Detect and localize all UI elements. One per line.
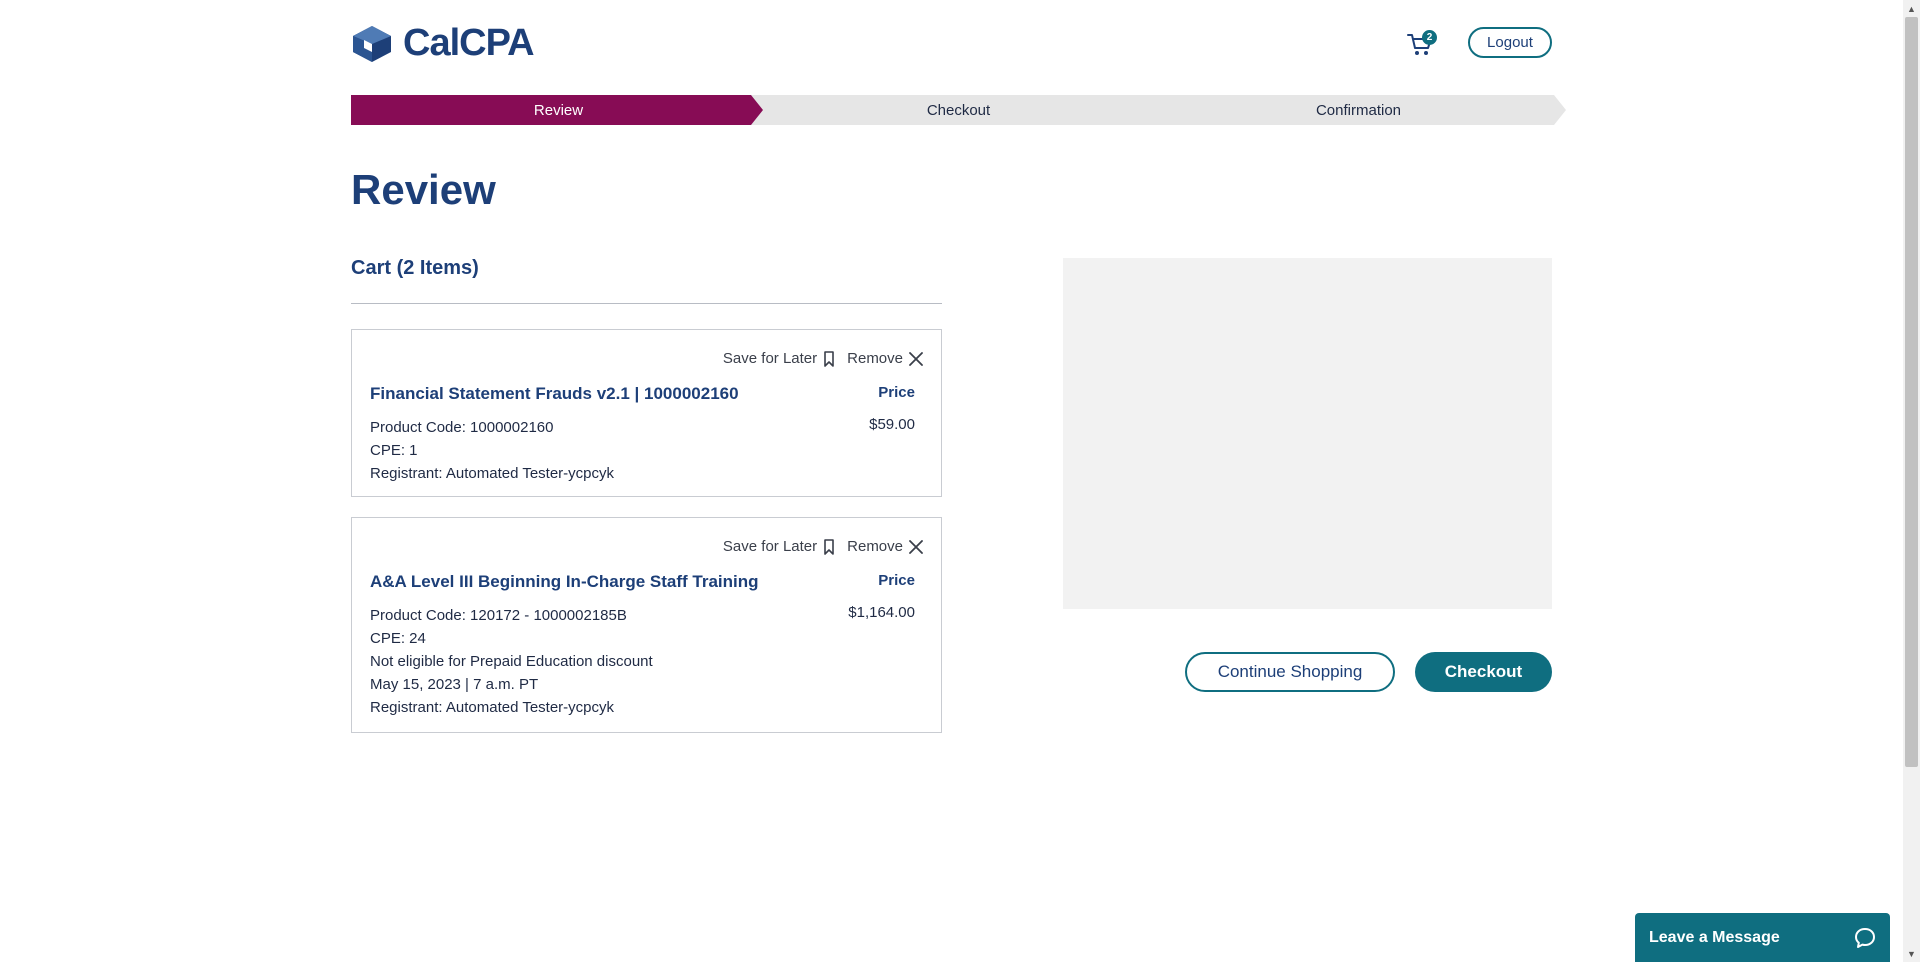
step-confirmation-label: Confirmation — [1315, 101, 1402, 119]
item-date: May 15, 2023 | 7 a.m. PT — [370, 676, 539, 693]
close-icon — [909, 539, 923, 554]
item-discount-note: Not eligible for Prepaid Education disco… — [370, 653, 653, 670]
step-confirmation: Confirmation — [1151, 95, 1566, 125]
scrollbar-thumb[interactable] — [1905, 17, 1918, 767]
leave-message-widget[interactable]: Leave a Message — [1635, 913, 1890, 962]
checkout-progress: Review Checkout Confirmation — [351, 95, 1566, 125]
page: CalCPA 2 Logout Review Checkout Confirma… — [0, 0, 1900, 962]
item-price: $1,164.00 — [848, 604, 915, 621]
save-for-later-button[interactable]: Save for Later — [723, 538, 835, 555]
save-for-later-button[interactable]: Save for Later — [723, 350, 835, 367]
remove-button[interactable]: Remove — [847, 538, 923, 555]
item-title: A&A Level III Beginning In-Charge Staff … — [370, 572, 759, 591]
item-details: Product Code: 120172 - 1000002185B CPE: … — [370, 604, 653, 719]
step-review-label: Review — [533, 101, 584, 119]
scroll-up-arrow-icon[interactable]: ▲ — [1903, 0, 1920, 17]
item-product-code: Product Code: 1000002160 — [370, 419, 554, 436]
step-checkout-label: Checkout — [926, 101, 991, 119]
save-for-later-label: Save for Later — [722, 350, 818, 367]
save-for-later-label: Save for Later — [722, 538, 818, 555]
item-product-code: Product Code: 120172 - 1000002185B — [370, 607, 627, 624]
bookmark-icon — [824, 538, 834, 555]
item-cpe: CPE: 1 — [370, 442, 418, 459]
logo-text: CalCPA — [403, 22, 535, 64]
item-cpe: CPE: 24 — [370, 630, 426, 647]
item-details: Product Code: 1000002160 CPE: 1 Registra… — [370, 416, 614, 485]
order-summary-panel — [1063, 258, 1552, 609]
close-icon — [909, 351, 923, 366]
item-actions: Save for Later Remove — [723, 350, 923, 367]
chat-bubble-icon — [1855, 927, 1875, 948]
remove-label: Remove — [847, 538, 903, 555]
item-title: Financial Statement Frauds v2.1 | 100000… — [370, 384, 739, 403]
continue-shopping-button[interactable]: Continue Shopping — [1185, 652, 1395, 692]
checkout-button[interactable]: Checkout — [1415, 652, 1552, 692]
remove-button[interactable]: Remove — [847, 350, 923, 367]
price-label: Price — [878, 384, 915, 401]
calcpa-logo[interactable]: CalCPA — [351, 22, 535, 65]
item-price: $59.00 — [869, 416, 915, 433]
page-title: Review — [351, 166, 496, 213]
step-checkout: Checkout — [751, 95, 1166, 125]
scroll-down-arrow-icon[interactable]: ▼ — [1903, 945, 1920, 962]
cart-item: Save for Later Remove A&A Level III Begi… — [351, 517, 942, 733]
item-registrant: Registrant: Automated Tester-ycpcyk — [370, 699, 614, 716]
vertical-scrollbar[interactable]: ▲ ▼ — [1903, 0, 1920, 962]
bookmark-icon — [824, 350, 834, 367]
price-label: Price — [878, 572, 915, 589]
chat-label: Leave a Message — [1649, 928, 1780, 946]
item-registrant: Registrant: Automated Tester-ycpcyk — [370, 465, 614, 482]
cart-item: Save for Later Remove Financial Statemen… — [351, 329, 942, 497]
cart-divider — [351, 303, 942, 304]
cart-heading: Cart (2 Items) — [351, 257, 479, 279]
cart-count-badge: 2 — [1422, 30, 1437, 45]
logout-button[interactable]: Logout — [1468, 27, 1552, 58]
item-actions: Save for Later Remove — [723, 538, 923, 555]
remove-label: Remove — [847, 350, 903, 367]
logo-mark-icon — [353, 25, 391, 62]
step-review: Review — [351, 95, 766, 125]
